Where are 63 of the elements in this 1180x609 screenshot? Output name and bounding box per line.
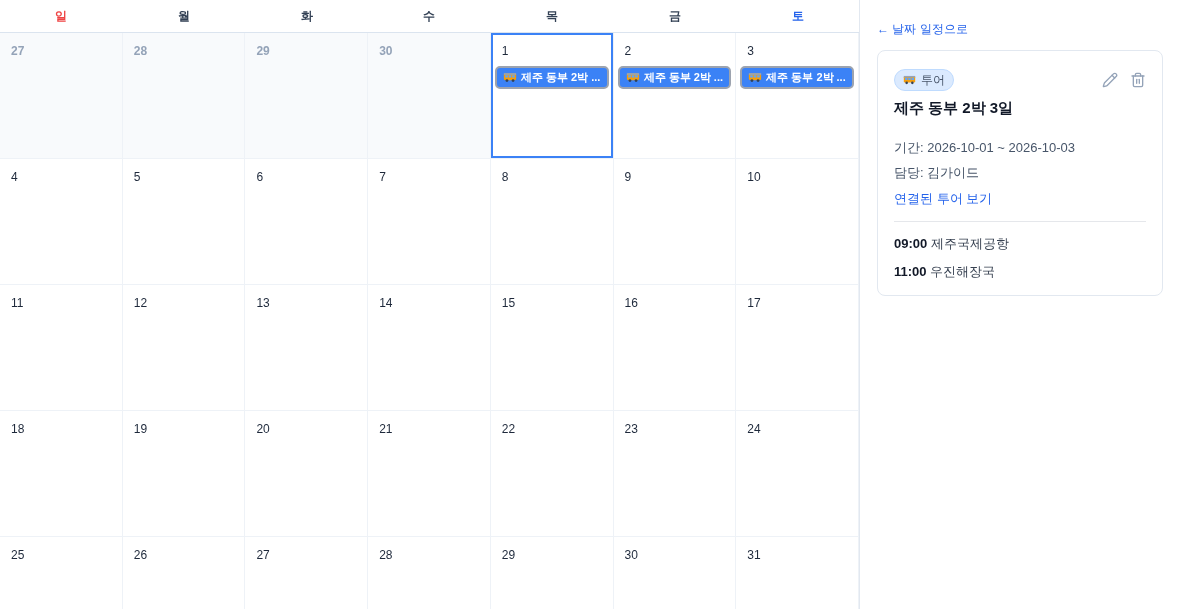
day-number: 30 bbox=[378, 43, 394, 60]
bus-icon bbox=[748, 72, 763, 83]
day-number: 25 bbox=[10, 547, 26, 564]
day-number: 29 bbox=[255, 43, 271, 60]
weekday-label: 수 bbox=[423, 8, 436, 25]
weekday-label: 금 bbox=[668, 8, 681, 25]
day-number: 20 bbox=[255, 421, 271, 438]
event-chip[interactable]: 제주 동부 2박 ... bbox=[617, 66, 732, 89]
tour-link[interactable]: 연결된 투어 보기 bbox=[894, 188, 1146, 208]
day-number: 17 bbox=[746, 295, 762, 312]
day-number: 18 bbox=[10, 421, 26, 438]
day-number: 30 bbox=[623, 547, 639, 564]
badge-label: 투어 bbox=[921, 72, 945, 89]
event-title: 제주 동부 2박 ... bbox=[643, 70, 724, 86]
day-number: 6 bbox=[255, 169, 265, 186]
day-number: 15 bbox=[500, 295, 517, 312]
day-number: 22 bbox=[500, 421, 517, 438]
day-number: 16 bbox=[623, 295, 639, 312]
day-number: 1 bbox=[500, 43, 510, 60]
event-title: 제주 동부 2박 ... bbox=[766, 70, 846, 86]
day-number: 27 bbox=[255, 547, 271, 564]
day-number: 12 bbox=[132, 295, 149, 312]
day-number: 19 bbox=[132, 421, 149, 438]
day-number: 13 bbox=[255, 295, 271, 312]
weekday-label: 화 bbox=[300, 8, 313, 25]
day-number: 7 bbox=[378, 169, 387, 186]
day-number: 10 bbox=[746, 169, 762, 186]
day-number: 29 bbox=[500, 547, 517, 564]
event-chip[interactable]: 제주 동부 2박 ... bbox=[740, 66, 854, 89]
day-cell[interactable]: 1 제주 동부 2박 ... bbox=[490, 33, 614, 158]
weekday-label: 일 bbox=[55, 8, 68, 25]
back-link[interactable]: ← 날짜 일정으로 bbox=[877, 20, 1163, 38]
schedule-item: 09:00 제주국제공항 bbox=[894, 235, 1010, 253]
day-number: 27 bbox=[10, 43, 26, 60]
day-number: 2 bbox=[623, 43, 633, 60]
weekday-label: 월 bbox=[178, 8, 191, 25]
day-number: 3 bbox=[746, 43, 755, 60]
delete-icon[interactable] bbox=[1130, 72, 1146, 88]
event-title: 제주 동부 2박 ... bbox=[520, 70, 601, 86]
schedule-item: 11:00 우진해장국 bbox=[894, 262, 997, 281]
day-number: 14 bbox=[378, 295, 394, 312]
day-number: 23 bbox=[623, 421, 639, 438]
day-number: 28 bbox=[378, 547, 394, 564]
event-title: 제주 동부 2박 3일 bbox=[894, 98, 1015, 118]
day-number: 5 bbox=[132, 169, 142, 186]
manager-text: 담당: 김가이드 bbox=[894, 164, 981, 182]
bus-icon bbox=[625, 72, 640, 83]
day-number: 28 bbox=[132, 43, 149, 60]
bus-icon bbox=[903, 75, 916, 85]
day-number: 24 bbox=[746, 421, 762, 438]
day-number: 31 bbox=[746, 547, 762, 564]
day-number: 21 bbox=[378, 421, 394, 438]
day-number: 11 bbox=[10, 295, 25, 312]
day-number: 9 bbox=[623, 169, 633, 186]
edit-icon[interactable] bbox=[1102, 72, 1118, 88]
bus-icon bbox=[502, 72, 517, 83]
event-chip[interactable]: 제주 동부 2박 ... bbox=[494, 66, 609, 89]
day-number: 8 bbox=[500, 169, 510, 186]
weekday-label: 토 bbox=[791, 8, 804, 25]
day-number: 4 bbox=[10, 169, 19, 186]
day-number: 26 bbox=[132, 547, 149, 564]
period-text: 기간: 2026-10-01 ~ 2026-10-03 bbox=[894, 138, 1077, 157]
weekday-label: 목 bbox=[546, 8, 559, 25]
